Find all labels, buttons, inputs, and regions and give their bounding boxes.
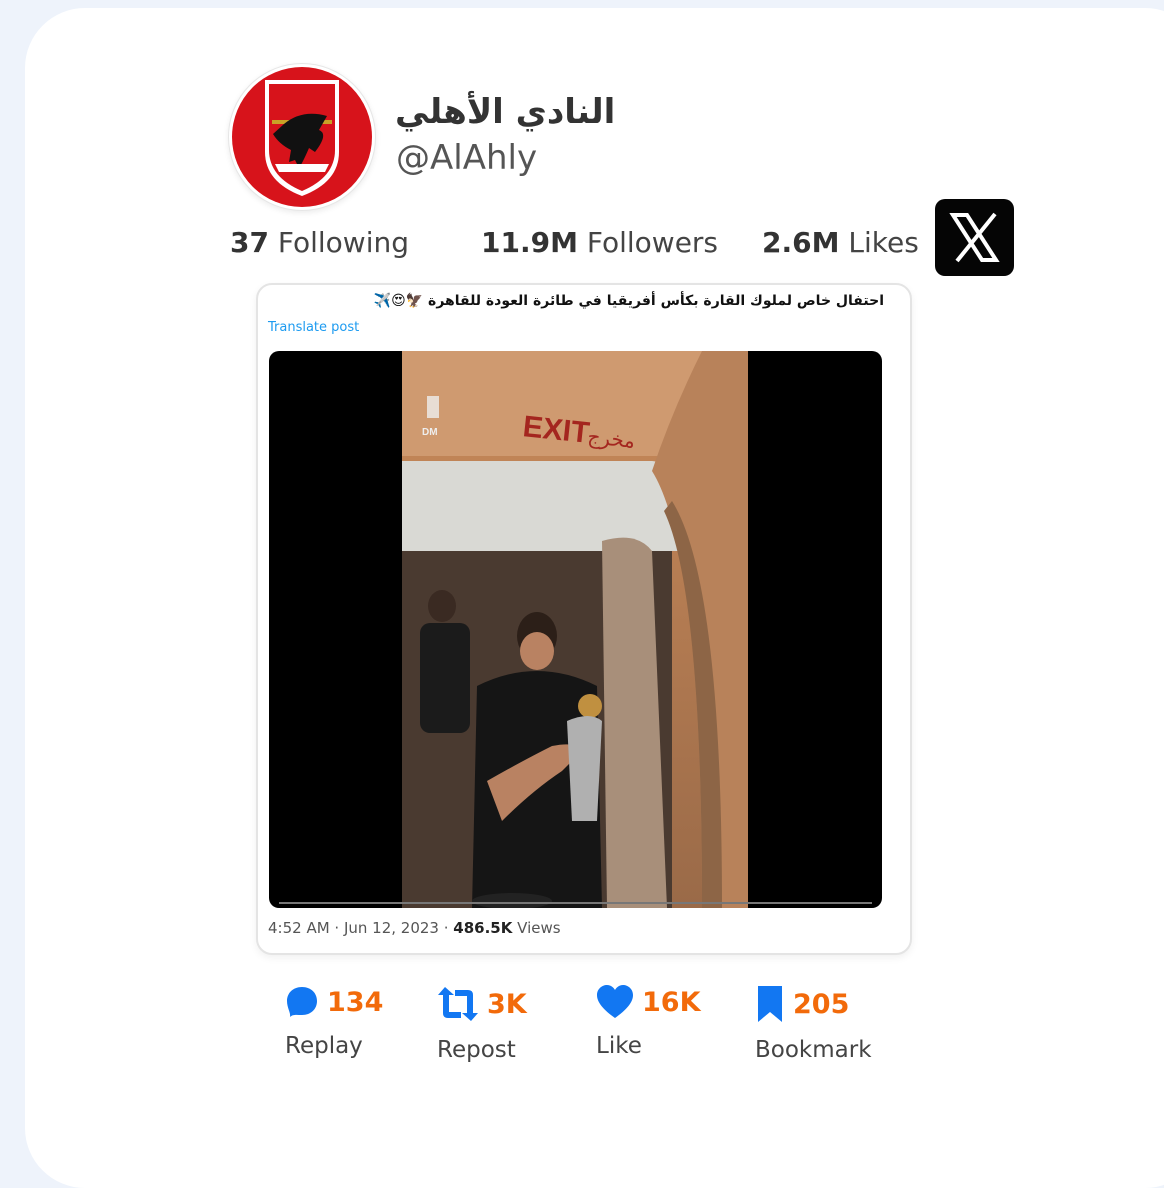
like-count: 16K	[642, 986, 701, 1018]
following-stat[interactable]: 37 Following	[230, 226, 409, 259]
reply-label: Replay	[285, 1033, 363, 1059]
bookmark-count: 205	[793, 988, 850, 1020]
views-label: Views	[517, 919, 561, 937]
reply-count: 134	[327, 986, 384, 1018]
video-player[interactable]: EXIT مخرج DM	[269, 351, 882, 908]
exit-sign-arabic: مخرج	[586, 424, 636, 453]
bookmark-action[interactable]: 205 Bookmark	[755, 985, 872, 1063]
display-name[interactable]: النادي الأهلي	[395, 92, 615, 132]
following-label: Following	[277, 226, 410, 259]
followers-label: Followers	[586, 226, 719, 259]
avatar[interactable]	[228, 63, 376, 211]
repost-count: 3K	[487, 988, 527, 1020]
translate-post-link[interactable]: Translate post	[268, 320, 359, 335]
heart-icon	[597, 985, 633, 1018]
followers-count: 11.9M	[481, 226, 578, 259]
al-ahly-crest-icon	[232, 67, 372, 207]
exit-sign-text: EXIT	[521, 410, 591, 450]
repost-label: Repost	[437, 1037, 516, 1063]
video-progress-bar[interactable]	[279, 902, 872, 904]
likes-label: Likes	[848, 226, 919, 259]
reply-action[interactable]: 134 Replay	[285, 985, 384, 1060]
views-count: 486.5K	[453, 919, 513, 937]
like-action[interactable]: 16K Like	[596, 985, 701, 1059]
post-text: احتفال خاص لملوك القارة بكأس أفريقيا في …	[373, 293, 884, 309]
likes-stat[interactable]: 2.6M Likes	[762, 226, 919, 259]
reply-icon	[287, 987, 317, 1017]
likes-count: 2.6M	[762, 226, 840, 259]
post-timestamp: 4:52 AM · Jun 12, 2023 ·	[268, 919, 454, 937]
embedded-post[interactable]: احتفال خاص لملوك القارة بكأس أفريقيا في …	[256, 283, 912, 955]
following-count: 37	[230, 226, 269, 259]
video-frame: EXIT مخرج DM	[402, 351, 748, 908]
bookmark-label: Bookmark	[755, 1037, 872, 1063]
followers-stat[interactable]: 11.9M Followers	[481, 226, 718, 259]
handle[interactable]: @AlAhly	[396, 138, 537, 178]
bookmark-icon	[758, 986, 782, 1022]
like-label: Like	[596, 1033, 642, 1059]
x-logo-icon	[935, 199, 1014, 276]
post-meta: 4:52 AM · Jun 12, 2023 · 486.5K Views	[268, 919, 561, 937]
repost-icon	[438, 987, 478, 1021]
video-watermark: DM	[422, 427, 438, 438]
repost-action[interactable]: 3K Repost	[437, 985, 527, 1063]
